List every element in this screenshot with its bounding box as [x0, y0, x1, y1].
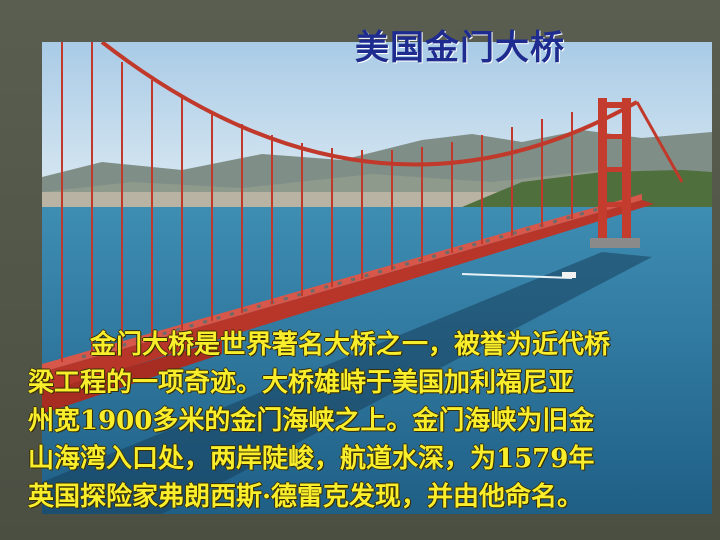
paragraph-line: 英国探险家弗朗西斯·德雷克发现，并由他命名。 [28, 482, 584, 512]
paragraph-line: 山海湾入口处，两岸陡峻，航道水深，为1579年 [28, 444, 595, 474]
slide-title: 美国金门大桥 [355, 28, 565, 68]
paragraph-line: 梁工程的一项奇迹。大桥雄峙于美国加利福尼亚 [28, 368, 575, 398]
description-paragraph: 金门大桥是世界著名大桥之一，被誉为近代桥 梁工程的一项奇迹。大桥雄峙于美国加利福… [28, 326, 718, 516]
paragraph-line: 金门大桥是世界著名大桥之一，被誉为近代桥 [90, 330, 611, 360]
paragraph-line: 州宽1900多米的金门海峡之上。金门海峡为旧金 [28, 406, 595, 436]
